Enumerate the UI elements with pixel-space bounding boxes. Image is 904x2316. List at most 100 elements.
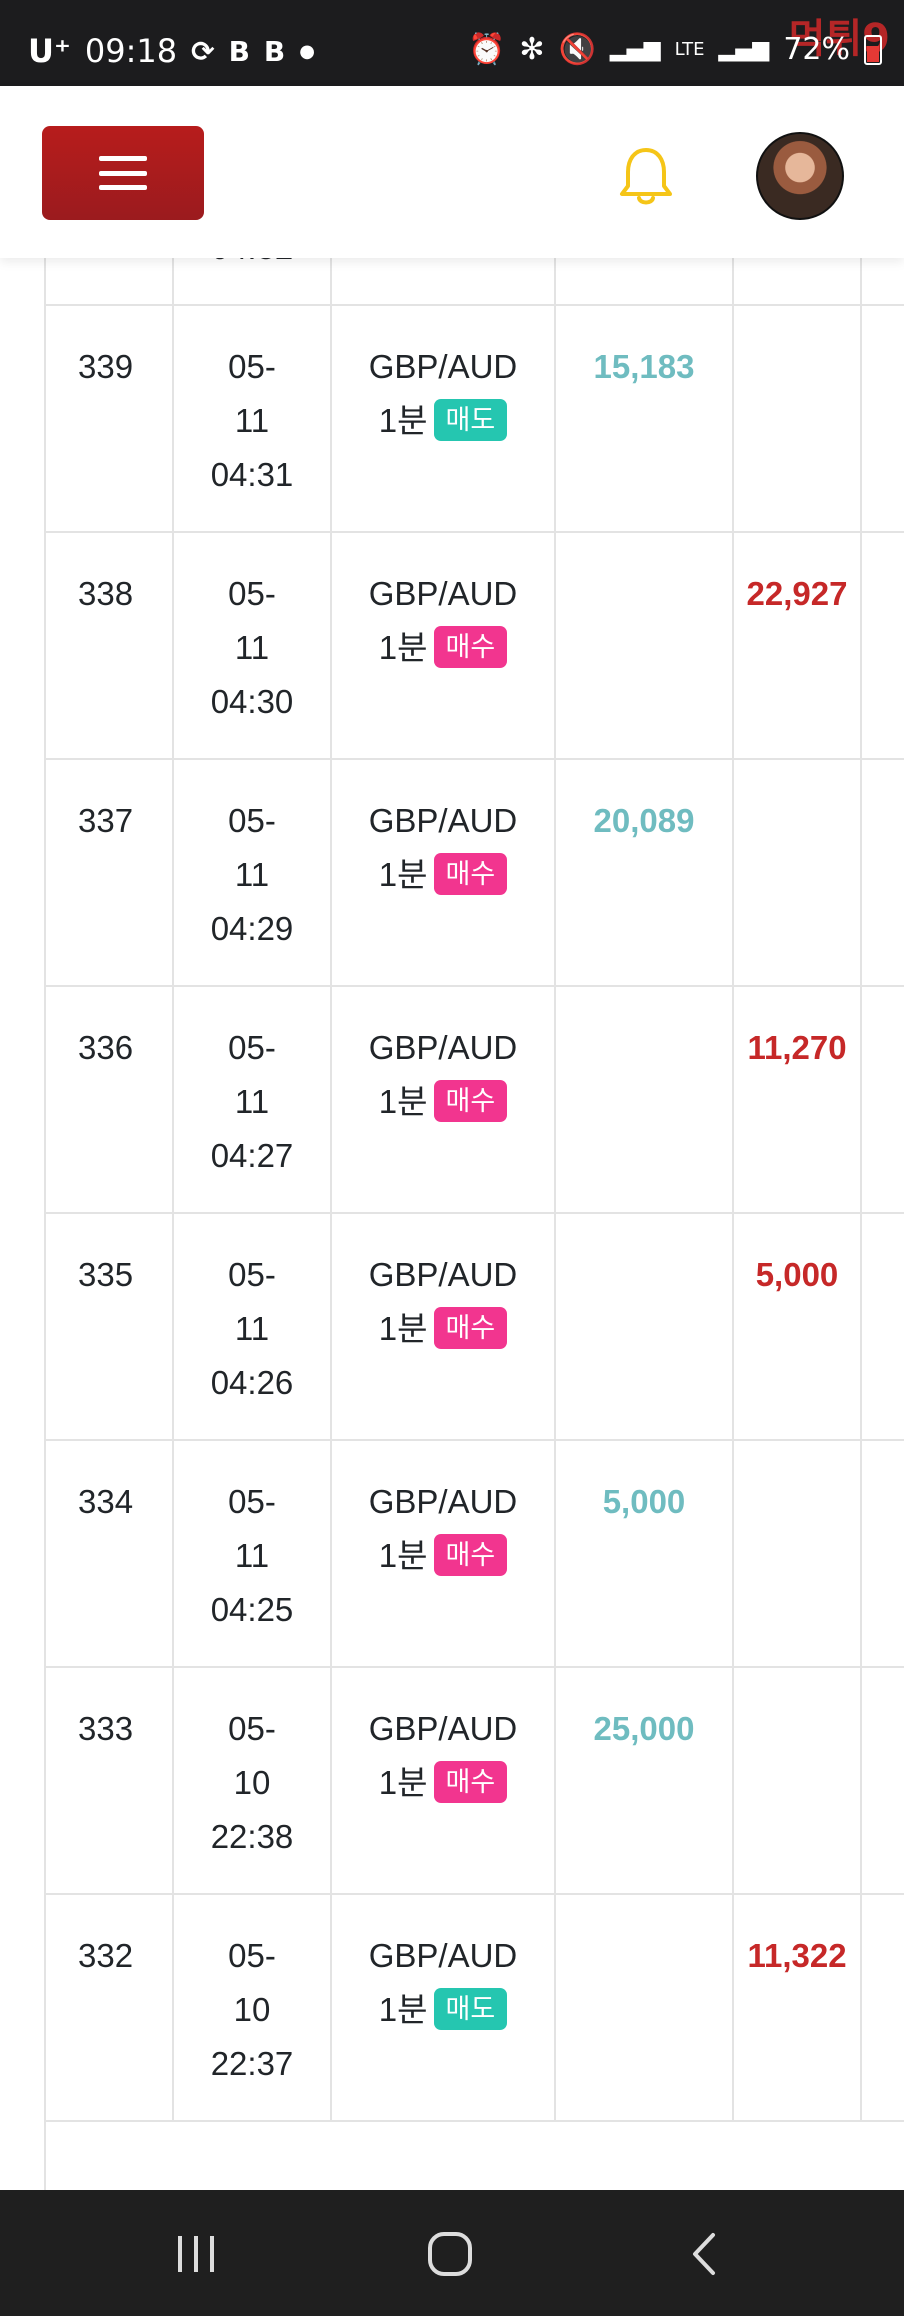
trade-time-cell: 05- 11 04:27 (174, 985, 332, 1212)
trade-period: 1분 (378, 856, 428, 893)
avatar[interactable] (756, 132, 844, 220)
extra-cell (862, 985, 904, 1212)
trade-side-badge: 매도 (433, 1988, 508, 2031)
table-row: 339 05- 11 04:31 GBP/AUD 1분 매도 15,183 (44, 304, 904, 533)
dot-icon: ● (299, 40, 315, 62)
currency-pair: GBP/AUD (368, 1256, 518, 1293)
bell-icon[interactable] (616, 144, 676, 208)
lose-amount-cell (734, 258, 862, 304)
trade-side-badge: 매도 (433, 399, 508, 442)
extra-cell (862, 304, 904, 531)
trade-time-cell: 05- 11 04:31 (174, 304, 332, 531)
win-amount: 15,183 (593, 348, 695, 385)
win-amount: 20,089 (593, 802, 695, 839)
android-nav-bar (0, 2190, 904, 2316)
back-icon[interactable] (674, 2230, 734, 2278)
currency-pair: GBP/AUD (368, 1937, 518, 1974)
trade-date-prefix: 05- (228, 1256, 276, 1293)
trade-period: 1분 (378, 629, 428, 666)
status-right: ⏰ ✻ 🔇 ▂▄▆ LTE ▂▄▆ 72% (468, 32, 882, 67)
table-row: 337 05- 11 04:29 GBP/AUD 1분 매수 20,089 (44, 758, 904, 987)
trade-time: 04:31 (210, 456, 294, 493)
trade-pair-cell: GBP/AUD 1분 매수 (332, 1439, 556, 1666)
trade-time: 04:32 (174, 258, 330, 275)
trade-date-prefix: 05- (228, 1483, 276, 1520)
trade-period: 1분 (378, 1764, 428, 1801)
trade-date-day: 11 (234, 1310, 270, 1347)
currency-pair: GBP/AUD (368, 802, 518, 839)
table-row: 335 05- 11 04:26 GBP/AUD 1분 매수 5,000 (44, 1212, 904, 1441)
trade-time-cell: 05- 11 04:25 (174, 1439, 332, 1666)
lose-amount: 5,000 (755, 1256, 839, 1293)
trade-date-day: 11 (234, 629, 270, 666)
currency-pair: GBP/AUD (368, 1483, 518, 1520)
trade-number: 337 (78, 802, 134, 839)
trade-time: 04:25 (210, 1591, 294, 1628)
trade-number-cell: 335 (44, 1212, 174, 1439)
extra-cell (862, 758, 904, 985)
lose-amount-cell: 11,270 (734, 985, 862, 1212)
extra-cell (862, 1212, 904, 1439)
extra-cell (862, 1893, 904, 2120)
trade-pair-cell: GBP/AUD 1분 매수 (332, 531, 556, 758)
lose-amount: 11,322 (747, 1937, 847, 1974)
trade-time-cell: 05- 11 04:26 (174, 1212, 332, 1439)
trade-number-cell: 339 (44, 304, 174, 531)
trade-history-table: 1104:321분매수33905-1104:31GBP/AUD1분매도15,18… (44, 258, 904, 2190)
trade-number: 338 (78, 575, 134, 612)
signal-icon: ▂▄▆ (609, 37, 661, 62)
trade-number: 334 (78, 1483, 134, 1520)
trade-number-cell (44, 258, 174, 304)
win-amount-cell (556, 985, 734, 1212)
lose-amount-cell (734, 304, 862, 531)
trade-time-cell: 1104:32 (174, 258, 332, 304)
table-row: 338 05- 11 04:30 GBP/AUD 1분 매수 22,927 (44, 531, 904, 760)
trade-date-prefix: 05- (228, 1029, 276, 1066)
trade-number-cell: 338 (44, 531, 174, 758)
trade-side-badge: 매수 (433, 853, 508, 896)
win-amount: 25,000 (593, 1710, 695, 1747)
lose-amount: 11,270 (747, 1029, 847, 1066)
trade-number: 332 (78, 1937, 134, 1974)
bluetooth-icon: ✻ (519, 32, 545, 67)
status-bar: U⁺ 09:18 ⟳ B B ● 먹튀9 ⏰ ✻ 🔇 ▂▄▆ LTE ▂▄▆ 7… (0, 0, 904, 86)
extra-cell (862, 1666, 904, 1893)
lose-amount-cell: 22,927 (734, 531, 862, 758)
trade-period: 1분 (378, 1310, 428, 1347)
trade-date-prefix: 05- (228, 348, 276, 385)
trade-time: 22:38 (210, 1818, 294, 1855)
home-icon[interactable] (420, 2230, 480, 2278)
trade-time: 04:27 (210, 1137, 294, 1174)
menu-button[interactable] (42, 126, 204, 220)
win-amount-cell (556, 531, 734, 758)
trade-side-badge: 매수 (433, 1080, 508, 1123)
trade-pair-cell: GBP/AUD 1분 매수 (332, 985, 556, 1212)
recents-icon[interactable] (166, 2230, 226, 2278)
trade-number-cell: 336 (44, 985, 174, 1212)
trade-date-day: 10 (233, 1991, 271, 2028)
trade-number-cell: 332 (44, 1893, 174, 2120)
trade-period: 1분 (378, 1083, 428, 1120)
trade-time-cell: 05- 10 22:38 (174, 1666, 332, 1893)
trade-period: 1분 (378, 402, 428, 439)
win-amount-cell: 5,000 (556, 1439, 734, 1666)
trade-date-day: 10 (233, 1764, 271, 1801)
trade-side-badge: 매수 (433, 1761, 508, 1804)
win-amount-cell (556, 1893, 734, 2120)
trade-side-badge: 매수 (433, 1307, 508, 1350)
trade-time-cell: 05- 10 22:37 (174, 1893, 332, 2120)
trade-date-day: 11 (234, 402, 270, 439)
currency-pair: GBP/AUD (368, 1710, 518, 1747)
trade-number: 333 (78, 1710, 134, 1747)
trade-number: 336 (78, 1029, 134, 1066)
extra-cell (862, 531, 904, 758)
volte-icon: ⟳ (191, 34, 215, 68)
trade-time: 04:30 (210, 683, 294, 720)
trade-date-prefix: 05- (228, 1937, 276, 1974)
app-header (0, 86, 904, 258)
signal-icon-2: ▂▄▆ (718, 37, 770, 62)
status-left: U⁺ 09:18 ⟳ B B ● (28, 32, 315, 70)
currency-pair: GBP/AUD (368, 1029, 518, 1066)
trade-date-day: 11 (234, 1083, 270, 1120)
trade-number: 335 (78, 1256, 134, 1293)
